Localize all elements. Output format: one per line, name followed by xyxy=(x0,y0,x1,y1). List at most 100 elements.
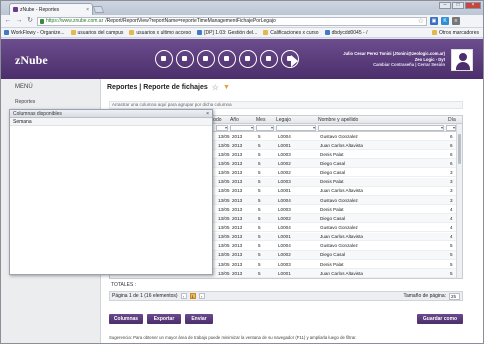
tab-close-icon[interactable]: × xyxy=(86,7,89,13)
tnr-icon[interactable] xyxy=(218,50,236,68)
table-cell: Diego Casal xyxy=(320,170,346,176)
browser-window: zNube - Reportes × – □ × ← → ↻ https://w… xyxy=(0,0,484,344)
extension-k-icon[interactable]: K xyxy=(441,17,449,25)
table-cell: 5 xyxy=(450,261,453,267)
filter-icon[interactable]: ▼ xyxy=(223,84,230,91)
table-cell: L0004 xyxy=(278,133,291,139)
filter-nombre[interactable] xyxy=(318,125,444,131)
table-cell: 4 xyxy=(450,234,453,240)
table-cell: 6 xyxy=(450,133,453,139)
table-cell: L0004 xyxy=(278,197,291,203)
back-arrow-icon[interactable]: ← xyxy=(4,17,12,25)
filter-legajo[interactable] xyxy=(276,125,316,131)
bookmark-item[interactable]: WorkFlowy - Organize... xyxy=(4,30,65,36)
column-item-semana[interactable]: Semana xyxy=(10,118,212,126)
col-header-legajo[interactable]: Legajo xyxy=(276,117,291,123)
table-cell: 2013 xyxy=(232,160,243,166)
bookmark-item[interactable]: [DP] 1.03: Gestión del... xyxy=(197,30,257,36)
znube-logo[interactable]: zNube xyxy=(15,53,48,68)
grid-scrollbar[interactable] xyxy=(456,124,462,278)
table-cell: Juan Carlos Altavista xyxy=(320,270,363,276)
table-cell: Denis Palat xyxy=(320,179,344,185)
col-header-ano[interactable]: Año xyxy=(230,117,239,123)
table-cell: 2013 xyxy=(232,225,243,230)
filter-dia[interactable] xyxy=(446,125,456,131)
col-header-dia[interactable]: Día xyxy=(448,117,456,123)
table-cell: L0003 xyxy=(278,179,291,185)
table-cell: 5 xyxy=(450,243,453,249)
minimize-button[interactable]: – xyxy=(439,2,451,9)
user-links[interactable]: Cambiar Contraseña | Cerrar Sesión xyxy=(343,62,445,68)
user-info: Julio Cesar Perez Tonini (Jtonini@zeolog… xyxy=(343,51,445,68)
org-chart-icon[interactable] xyxy=(197,50,215,68)
sidebar-item-reportes[interactable]: Reportes xyxy=(15,99,35,105)
filter-ano[interactable] xyxy=(230,125,254,131)
table-cell: 2013 xyxy=(232,188,243,194)
bookmark-item[interactable]: dbdycdd0045 - / xyxy=(324,30,367,36)
new-tab-button[interactable] xyxy=(92,6,105,13)
table-cell: 2013 xyxy=(232,151,243,157)
bookmark-item[interactable]: usuarios x ultimo acceso xyxy=(129,30,191,36)
address-bar[interactable]: https://www.znube.com.ar /Report/ReportV… xyxy=(37,16,427,26)
send-button[interactable]: Enviar xyxy=(185,314,213,324)
money-icon[interactable] xyxy=(239,50,257,68)
table-cell: 2013 xyxy=(232,270,243,276)
export-button[interactable]: Exportar xyxy=(147,314,181,324)
bookmark-item[interactable]: usuarios del campus xyxy=(70,30,123,36)
table-cell: 13/05 xyxy=(218,225,230,230)
other-bookmarks[interactable]: Otros marcadores xyxy=(431,30,479,36)
url-host: https://www.znube.com.ar xyxy=(46,18,104,24)
current-page[interactable]: 1 xyxy=(189,293,196,299)
pager: Página 1 de 1 (16 elementos) ‹ 1 › Tamañ… xyxy=(109,291,463,301)
team-icon[interactable] xyxy=(176,50,194,68)
group-by-hint[interactable]: Arrastrar una columna aquí para agrupar … xyxy=(109,101,463,109)
table-cell: 2013 xyxy=(232,206,243,212)
table-cell: 3 xyxy=(450,179,453,185)
panel-title: Columnas disponibles xyxy=(13,111,62,117)
table-cell: 13/05 xyxy=(218,142,230,148)
table-cell: 5 xyxy=(258,151,261,157)
clock-icon[interactable] xyxy=(260,50,278,68)
next-page-icon[interactable]: › xyxy=(198,293,205,299)
people-icon[interactable] xyxy=(155,50,173,68)
forward-arrow-icon[interactable]: → xyxy=(15,17,23,25)
col-header-mes[interactable]: Mes xyxy=(256,117,265,123)
columns-button[interactable]: Columnas xyxy=(109,314,143,324)
table-cell: 4 xyxy=(450,206,453,212)
table-cell: 6 xyxy=(450,142,453,148)
table-cell: 2013 xyxy=(232,252,243,258)
table-cell: 13/05 xyxy=(218,234,230,240)
maximize-button[interactable]: □ xyxy=(452,2,464,9)
table-cell: L0002 xyxy=(278,215,291,221)
filter-periodo[interactable] xyxy=(216,125,228,131)
bookmark-item[interactable]: Calificaciones x curso xyxy=(263,30,319,36)
table-cell: 5 xyxy=(258,206,261,212)
reload-icon[interactable]: ↻ xyxy=(26,17,34,25)
avatar[interactable] xyxy=(451,49,473,71)
table-cell: 5 xyxy=(258,142,261,148)
table-cell: 5 xyxy=(258,225,261,230)
table-cell: 13/05 xyxy=(218,215,230,221)
page-size-select[interactable]: 25 xyxy=(449,292,460,300)
filter-mes[interactable] xyxy=(256,125,274,131)
table-cell: L0004 xyxy=(278,243,291,249)
save-as-button[interactable]: Guardar como xyxy=(417,314,463,324)
table-cell: L0004 xyxy=(278,225,291,230)
browser-tab[interactable]: zNube - Reportes × xyxy=(9,3,93,15)
menu-icon[interactable]: ≡ xyxy=(452,17,460,25)
user-name: Julio Cesar Perez Tonini (Jtonini@zeolog… xyxy=(343,51,445,56)
favorite-star-icon[interactable]: ☆ xyxy=(212,83,219,92)
panel-close-icon[interactable]: × xyxy=(206,110,209,118)
next-arrow-icon[interactable] xyxy=(291,55,298,67)
table-cell: L0003 xyxy=(278,151,291,157)
table-cell: 13/05 xyxy=(218,151,230,157)
prev-page-icon[interactable]: ‹ xyxy=(180,293,187,299)
col-header-nombre[interactable]: Nombre y apellido xyxy=(318,117,358,123)
close-window-button[interactable]: × xyxy=(465,2,481,9)
available-columns-panel: Columnas disponibles × Semana xyxy=(9,109,213,275)
table-cell: 13/05 xyxy=(218,188,230,194)
extension-icon[interactable]: ▣ xyxy=(430,17,438,25)
footer-hint: Sugerencia: Para obtener un mayor área d… xyxy=(109,335,357,340)
panel-header[interactable]: Columnas disponibles × xyxy=(10,110,212,118)
bookmark-star-icon[interactable]: ☆ xyxy=(418,17,424,25)
